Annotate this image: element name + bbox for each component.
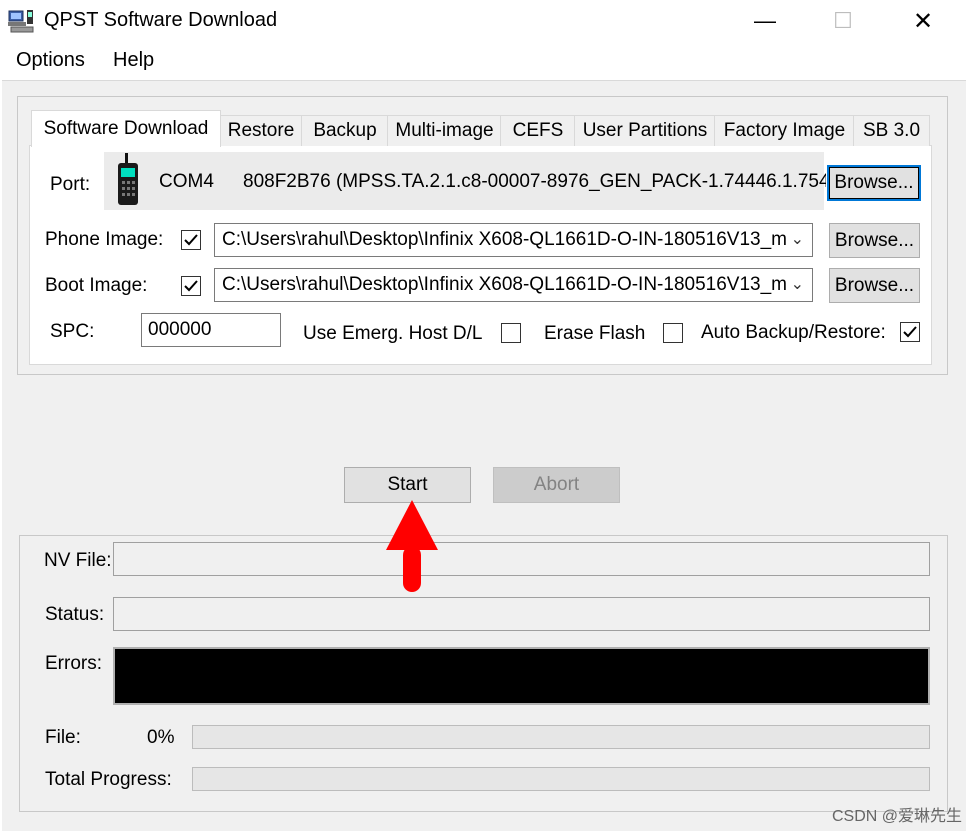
- port-com: COM4: [159, 171, 214, 192]
- erase-flash-label: Erase Flash: [544, 323, 646, 344]
- tab-backup[interactable]: Backup: [301, 115, 389, 146]
- tab-factory-image[interactable]: Factory Image: [714, 115, 855, 146]
- phone-image-label: Phone Image:: [45, 229, 164, 250]
- nv-file-label: NV File:: [44, 550, 112, 571]
- abort-button[interactable]: Abort: [493, 467, 620, 503]
- port-label: Port:: [50, 174, 91, 195]
- chevron-down-icon: ⌄: [790, 276, 804, 293]
- boot-image-label: Boot Image:: [45, 275, 148, 296]
- maximize-button[interactable]: ☐: [808, 0, 878, 42]
- tab-multi-image[interactable]: Multi-image: [387, 115, 502, 146]
- tab-sb-3-0[interactable]: SB 3.0: [853, 115, 930, 146]
- phone-image-browse-button[interactable]: Browse...: [829, 223, 920, 258]
- phone-image-combo[interactable]: C:\Users\rahul\Desktop\Infinix X608-QL16…: [214, 223, 813, 257]
- watermark: CSDN @爱琳先生: [831, 808, 962, 825]
- boot-image-checkbox[interactable]: [181, 276, 201, 296]
- menu-options[interactable]: Options: [16, 49, 85, 72]
- auto-backup-checkbox[interactable]: [900, 322, 920, 342]
- file-percent: 0%: [147, 727, 175, 748]
- status-label: Status:: [45, 604, 105, 625]
- menu-help[interactable]: Help: [113, 49, 154, 72]
- file-progress-bar: [192, 725, 930, 749]
- port-browse-button[interactable]: Browse...: [827, 165, 921, 201]
- errors-label: Errors:: [45, 653, 102, 674]
- auto-backup-label: Auto Backup/Restore:: [701, 322, 886, 343]
- close-button[interactable]: ✕: [888, 0, 958, 42]
- minimize-button[interactable]: —: [730, 0, 800, 42]
- window-title: QPST Software Download: [44, 9, 278, 31]
- phone-image-checkbox[interactable]: [181, 230, 201, 250]
- port-device: 808F2B76 (MPSS.TA.2.1.c8-00007-8976_GEN_…: [243, 171, 826, 192]
- boot-image-browse-button[interactable]: Browse...: [829, 268, 920, 303]
- check-icon: [184, 234, 198, 246]
- tab-user-partitions[interactable]: User Partitions: [574, 115, 716, 146]
- status-field: [113, 597, 930, 631]
- spc-input[interactable]: 000000: [141, 313, 281, 347]
- annotation-arrow-icon: [384, 498, 440, 598]
- chevron-down-icon: ⌄: [790, 231, 804, 248]
- emerg-host-checkbox[interactable]: [501, 323, 521, 343]
- tab-restore[interactable]: Restore: [219, 115, 303, 146]
- check-icon: [903, 326, 917, 338]
- file-label: File:: [45, 727, 81, 748]
- erase-flash-checkbox[interactable]: [663, 323, 683, 343]
- total-progress-bar: [192, 767, 930, 791]
- emerg-host-label: Use Emerg. Host D/L: [303, 323, 483, 344]
- phone-icon: [114, 152, 144, 210]
- boot-image-combo[interactable]: C:\Users\rahul\Desktop\Infinix X608-QL16…: [214, 268, 813, 302]
- qpst-app-icon: [8, 8, 36, 34]
- errors-box: [113, 647, 930, 705]
- phone-image-path: C:\Users\rahul\Desktop\Infinix X608-QL16…: [222, 229, 787, 250]
- tab-cefs[interactable]: CEFS: [500, 115, 576, 146]
- spc-label: SPC:: [50, 321, 95, 342]
- tab-software-download[interactable]: Software Download: [31, 110, 221, 147]
- check-icon: [184, 280, 198, 292]
- total-progress-label: Total Progress:: [45, 769, 172, 790]
- nv-file-field: [113, 542, 930, 576]
- boot-image-path: C:\Users\rahul\Desktop\Infinix X608-QL16…: [222, 274, 787, 295]
